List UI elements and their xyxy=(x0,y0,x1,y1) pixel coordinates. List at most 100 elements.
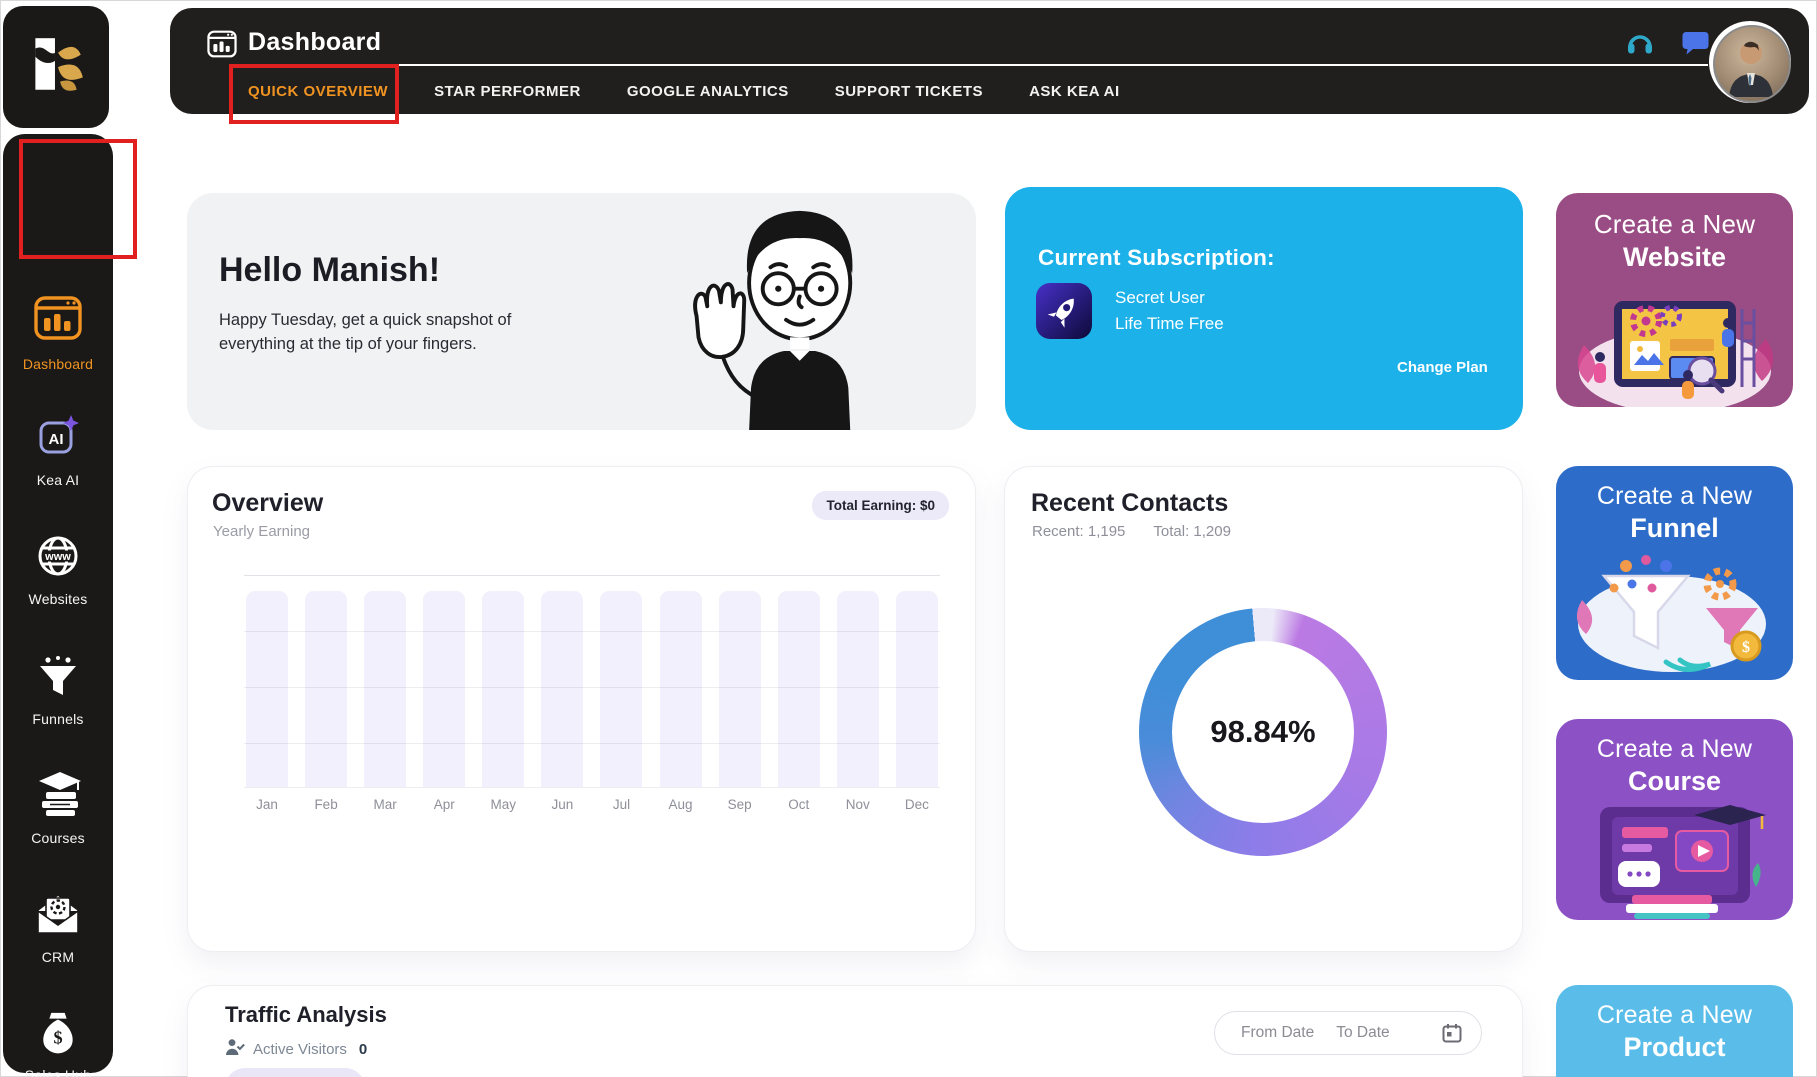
sidebar-item-label: Courses xyxy=(31,830,85,846)
sidebar-item-funnels[interactable]: Funnels xyxy=(3,642,113,738)
sidebar-item-dashboard[interactable]: Dashboard xyxy=(3,284,113,380)
svg-text:$: $ xyxy=(1742,639,1750,656)
globe-www-icon: www xyxy=(35,533,81,584)
envelope-gear-icon xyxy=(34,891,82,942)
website-illustration xyxy=(1570,279,1780,407)
overview-title: Overview xyxy=(212,489,323,518)
bar-jul xyxy=(600,591,642,787)
total-earning-badge: Total Earning: $0 xyxy=(812,491,949,520)
promo-line2: Course xyxy=(1556,766,1793,797)
dashboard-window-chart-icon xyxy=(31,292,85,349)
headphones-icon[interactable] xyxy=(1626,30,1654,61)
sidebar-item-label: Websites xyxy=(29,591,88,607)
tab-google-analytics[interactable]: GOOGLE ANALYTICS xyxy=(627,83,789,100)
svg-text:www: www xyxy=(44,551,71,563)
tab-support-tickets[interactable]: SUPPORT TICKETS xyxy=(835,83,983,100)
welcome-subtitle-line2: everything at the tip of your fingers. xyxy=(219,335,477,354)
date-range-picker[interactable]: From Date To Date xyxy=(1214,1011,1482,1055)
sidebar-item-label: Sales Hub xyxy=(25,1067,91,1077)
create-funnel-card[interactable]: Create a New Funnel $ xyxy=(1556,466,1793,680)
overview-card: Overview Yearly Earning Total Earning: $… xyxy=(187,466,976,952)
bar-mar xyxy=(364,591,406,787)
header-tabs: QUICK OVERVIEW STAR PERFORMER GOOGLE ANA… xyxy=(248,74,1120,108)
recent-contacts-card: Recent Contacts Recent: 1,195 Total: 1,2… xyxy=(1004,466,1523,952)
traffic-partial-pill xyxy=(225,1068,365,1077)
yearly-earning-bar-chart: JanFeb MarApr MayJun JulAug SepOct NovDe… xyxy=(244,575,940,821)
donut-center-value: 98.84% xyxy=(1210,714,1315,750)
sidebar-item-crm[interactable]: CRM xyxy=(3,880,113,976)
bar-feb xyxy=(305,591,347,787)
welcome-subtitle-line1: Happy Tuesday, get a quick snapshot of xyxy=(219,311,511,330)
svg-text:$: $ xyxy=(53,1028,62,1048)
change-plan-link[interactable]: Change Plan xyxy=(1397,359,1488,376)
recent-contacts-title: Recent Contacts xyxy=(1031,489,1228,518)
rocket-icon xyxy=(1036,283,1092,339)
recent-count: Recent: 1,195 xyxy=(1032,523,1125,540)
sidebar-item-courses[interactable]: Courses xyxy=(3,760,113,856)
promo-line2: Funnel xyxy=(1556,513,1793,544)
user-avatar[interactable] xyxy=(1709,21,1791,103)
kea-logo[interactable] xyxy=(3,6,109,128)
sidebar-item-label: Kea AI xyxy=(37,472,79,488)
subscription-heading: Current Subscription: xyxy=(1038,245,1275,271)
active-visitors-value: 0 xyxy=(359,1041,367,1058)
promo-line1: Create a New xyxy=(1556,1001,1793,1030)
subscription-plan: Life Time Free xyxy=(1115,314,1224,334)
calendar-icon[interactable] xyxy=(1441,1022,1463,1044)
waving-man-illustration xyxy=(681,197,895,430)
tab-quick-overview[interactable]: QUICK OVERVIEW xyxy=(248,83,388,100)
sidebar-item-sales-hub[interactable]: $ Sales Hub xyxy=(3,998,113,1077)
create-website-card[interactable]: Create a New Website xyxy=(1556,193,1793,407)
page-title: Dashboard xyxy=(248,28,381,57)
ai-sparkle-icon: AI xyxy=(34,412,82,465)
bar-sep xyxy=(719,591,761,787)
promo-line2: Website xyxy=(1556,242,1793,273)
app-window: Dashboard AI Kea AI www xyxy=(0,0,1817,1077)
bar-jan xyxy=(246,591,288,787)
traffic-title: Traffic Analysis xyxy=(225,1002,387,1028)
tab-star-performer[interactable]: STAR PERFORMER xyxy=(434,83,581,100)
bar-may xyxy=(482,591,524,787)
sidebar-item-websites[interactable]: www Websites xyxy=(3,522,113,618)
traffic-analysis-card: Traffic Analysis Active Visitors 0 From … xyxy=(187,985,1523,1077)
welcome-card: Hello Manish! Happy Tuesday, get a quick… xyxy=(187,193,976,430)
dashboard-title-icon xyxy=(206,28,238,65)
bar-oct xyxy=(778,591,820,787)
to-date-field[interactable]: To Date xyxy=(1336,1024,1389,1042)
header-divider xyxy=(268,64,1708,66)
top-header: Dashboard QUICK OVERVIEW STAR PERFORMER … xyxy=(170,8,1809,114)
sidebar: Dashboard AI Kea AI www xyxy=(3,134,113,1073)
product-illustration xyxy=(1570,1069,1780,1077)
contacts-donut-chart: 98.84% xyxy=(1139,608,1387,856)
sidebar-item-kea-ai[interactable]: AI Kea AI xyxy=(3,402,113,498)
welcome-title: Hello Manish! xyxy=(219,251,440,290)
funnel-icon xyxy=(35,653,81,704)
promo-line1: Create a New xyxy=(1556,209,1793,240)
svg-text:AI: AI xyxy=(49,431,64,448)
bar-nov xyxy=(837,591,879,787)
month-axis-labels: JanFeb MarApr MayJun JulAug SepOct NovDe… xyxy=(246,797,938,812)
sidebar-item-label: CRM xyxy=(42,949,74,965)
bar-jun xyxy=(541,591,583,787)
promo-line1: Create a New xyxy=(1556,482,1793,511)
bar-dec xyxy=(896,591,938,787)
bar-series xyxy=(246,591,938,787)
sidebar-item-label: Dashboard xyxy=(23,356,93,372)
course-illustration xyxy=(1570,803,1780,919)
create-product-card[interactable]: Create a New Product xyxy=(1556,985,1793,1077)
money-bag-icon: $ xyxy=(35,1009,81,1060)
chat-icon[interactable] xyxy=(1682,30,1709,61)
funnel-illustration: $ xyxy=(1570,550,1780,676)
kea-bird-logo-icon xyxy=(23,32,89,103)
subscription-user: Secret User xyxy=(1115,288,1205,308)
person-check-icon xyxy=(225,1038,245,1061)
bar-aug xyxy=(660,591,702,787)
sidebar-item-label: Funnels xyxy=(32,711,83,727)
create-course-card[interactable]: Create a New Course xyxy=(1556,719,1793,920)
subscription-card: Current Subscription: Secret User Life T… xyxy=(1005,187,1523,430)
total-count: Total: 1,209 xyxy=(1153,523,1231,540)
from-date-field[interactable]: From Date xyxy=(1241,1024,1314,1042)
overview-subtitle: Yearly Earning xyxy=(213,523,310,540)
active-visitors-label: Active Visitors xyxy=(253,1041,347,1058)
tab-ask-kea-ai[interactable]: ASK KEA AI xyxy=(1029,83,1120,100)
